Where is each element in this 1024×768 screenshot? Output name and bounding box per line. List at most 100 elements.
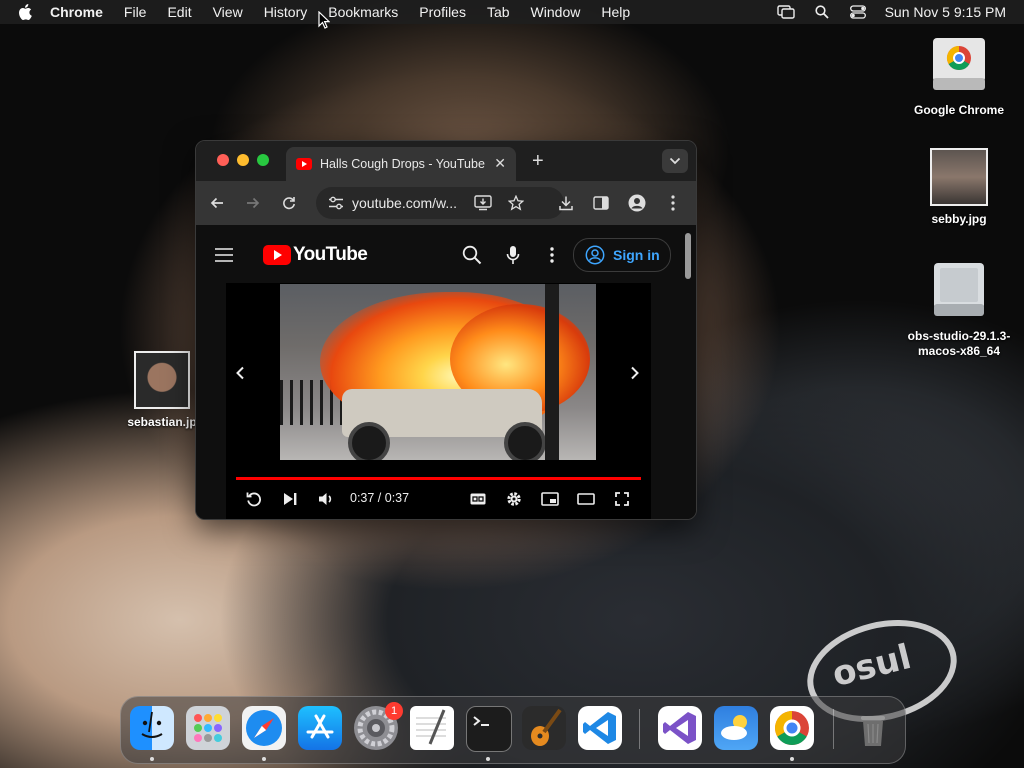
downloads-button[interactable]	[556, 193, 576, 213]
volume-button[interactable]	[316, 489, 336, 509]
dock-launchpad-icon[interactable]	[186, 706, 230, 750]
video-progress-bar[interactable]	[236, 477, 641, 480]
screen-mirroring-icon[interactable]	[776, 4, 795, 20]
video-player[interactable]: 0:37 / 0:37	[226, 283, 651, 519]
address-bar[interactable]: youtube.com/w...	[316, 187, 564, 219]
search-icon[interactable]	[462, 245, 482, 265]
chrome-menu-button[interactable]	[663, 193, 683, 213]
youtube-wordmark: YouTube	[293, 244, 368, 265]
theater-mode-button[interactable]	[576, 489, 596, 509]
desktop-icon-google-chrome[interactable]: Google Chrome	[904, 34, 1014, 118]
dock: 1	[120, 696, 906, 764]
dock-vscode-icon[interactable]	[578, 706, 622, 750]
menu-bookmarks[interactable]: Bookmarks	[328, 4, 398, 20]
disk-image-icon	[934, 263, 984, 316]
chevron-down-icon	[669, 157, 681, 165]
desktop-icon-obs-studio[interactable]: obs-studio-29.1.3-macos-x86_64	[896, 260, 1022, 359]
tab-search-button[interactable]	[662, 149, 688, 173]
miniplayer-icon	[541, 492, 559, 506]
replay-icon	[246, 492, 261, 507]
dock-google-chrome-icon[interactable]	[770, 706, 814, 750]
player-controls: 0:37 / 0:37	[226, 487, 651, 511]
back-arrow-icon	[210, 197, 223, 209]
youtube-header: YouTube Sign in	[196, 225, 696, 283]
desktop-icon-sebby-jpg[interactable]: sebby.jpg	[904, 148, 1014, 227]
zoom-window-button[interactable]	[257, 154, 269, 166]
running-indicator	[486, 757, 490, 761]
next-button[interactable]	[625, 363, 645, 383]
menu-view[interactable]: View	[213, 4, 243, 20]
previous-button[interactable]	[230, 363, 250, 383]
control-center-icon[interactable]	[849, 4, 867, 20]
dock-app-store-icon[interactable]	[298, 706, 342, 750]
dock-textedit-icon[interactable]	[410, 706, 454, 750]
side-panel-button[interactable]	[591, 193, 611, 213]
new-tab-button[interactable]: +	[532, 150, 544, 173]
running-indicator	[150, 757, 154, 761]
dock-garageband-icon[interactable]	[522, 706, 566, 750]
forward-button[interactable]	[243, 193, 263, 213]
chevron-right-icon	[631, 366, 639, 380]
tab-youtube[interactable]: Halls Cough Drops - YouTube ✕	[286, 147, 516, 181]
video-frame[interactable]	[280, 284, 596, 460]
youtube-favicon-icon	[296, 158, 312, 170]
youtube-play-logo-icon	[263, 245, 291, 265]
miniplayer-button[interactable]	[540, 489, 560, 509]
menu-profiles[interactable]: Profiles	[419, 4, 466, 20]
hamburger-menu-icon[interactable]	[214, 247, 234, 263]
profile-button[interactable]	[627, 193, 647, 213]
dock-weather-icon[interactable]	[714, 706, 758, 750]
sign-in-button[interactable]: Sign in	[573, 238, 671, 272]
site-info-icon[interactable]	[328, 196, 344, 210]
dock-terminal-icon[interactable]	[466, 706, 512, 752]
running-indicator	[262, 757, 266, 761]
forward-arrow-icon	[247, 197, 260, 209]
dock-separator	[833, 709, 834, 749]
back-button[interactable]	[207, 193, 227, 213]
menu-help[interactable]: Help	[601, 4, 630, 20]
close-tab-icon[interactable]: ✕	[494, 155, 506, 172]
notification-badge: 1	[385, 702, 403, 720]
menu-history[interactable]: History	[264, 4, 308, 20]
photo-thumbnail-icon	[930, 148, 988, 206]
menu-window[interactable]: Window	[531, 4, 581, 20]
volume-icon	[319, 493, 332, 505]
theater-mode-icon	[577, 493, 595, 505]
captions-button[interactable]	[468, 489, 488, 509]
next-video-button[interactable]	[280, 489, 300, 509]
photo-thumbnail-icon	[134, 351, 190, 409]
menu-app-name[interactable]: Chrome	[50, 4, 103, 20]
menu-file[interactable]: File	[124, 4, 147, 20]
minimize-window-button[interactable]	[237, 154, 249, 166]
desktop-icon-label: obs-studio-29.1.3-macos-x86_64	[907, 329, 1011, 358]
dock-finder-icon[interactable]	[130, 706, 174, 750]
chrome-disk-icon	[933, 38, 985, 90]
sign-in-label: Sign in	[613, 247, 660, 263]
youtube-page: YouTube Sign in 0:37 / 0:37	[196, 225, 696, 519]
fullscreen-button[interactable]	[612, 489, 632, 509]
spotlight-search-icon[interactable]	[813, 4, 831, 20]
user-circle-icon	[585, 245, 605, 265]
video-wheel	[348, 422, 390, 460]
dock-trash-icon[interactable]	[851, 706, 895, 750]
microphone-icon[interactable]	[506, 245, 520, 265]
settings-button[interactable]	[504, 489, 524, 509]
menubar-status-area: Sun Nov 5 9:15 PM	[776, 0, 1006, 24]
replay-button[interactable]	[244, 489, 264, 509]
menu-edit[interactable]: Edit	[167, 4, 191, 20]
youtube-logo[interactable]: YouTube	[263, 244, 368, 266]
dock-visual-studio-icon[interactable]	[658, 706, 702, 750]
skip-next-icon	[284, 493, 297, 505]
page-scrollbar[interactable]	[685, 233, 691, 279]
bookmark-star-icon[interactable]	[508, 195, 524, 211]
menu-bar: Chrome File Edit View History Bookmarks …	[0, 0, 1024, 24]
dock-safari-icon[interactable]	[242, 706, 286, 750]
menu-tab[interactable]: Tab	[487, 4, 510, 20]
apple-menu-icon[interactable]	[18, 4, 32, 20]
profile-avatar-icon	[628, 194, 646, 212]
menubar-clock[interactable]: Sun Nov 5 9:15 PM	[885, 4, 1006, 20]
reload-button[interactable]	[279, 193, 299, 213]
more-options-icon[interactable]	[550, 247, 554, 263]
close-window-button[interactable]	[217, 154, 229, 166]
install-app-icon[interactable]	[474, 195, 492, 211]
